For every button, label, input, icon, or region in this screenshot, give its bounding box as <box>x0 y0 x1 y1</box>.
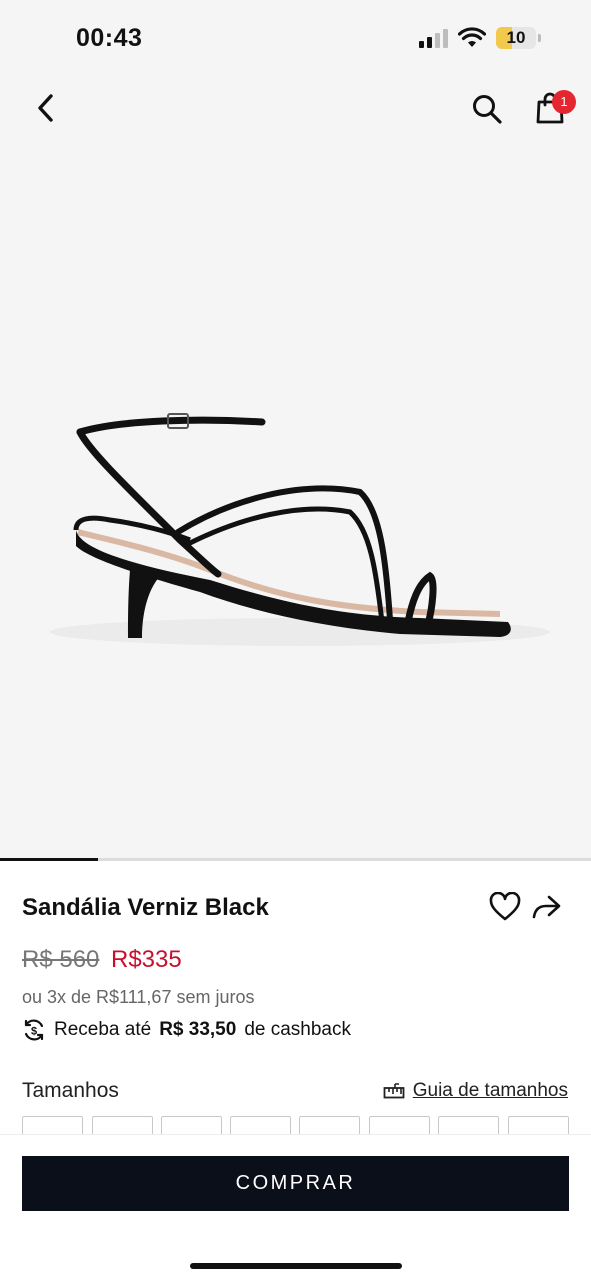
size-option[interactable] <box>22 1116 83 1136</box>
installments-text: ou 3x de R$111,67 sem juros <box>22 987 255 1007</box>
cashback-prefix: Receba até <box>54 1019 152 1040</box>
ruler-icon <box>383 1083 405 1099</box>
product-title: Sandália Verniz Black <box>22 894 269 921</box>
sandal-image <box>50 413 550 646</box>
battery-level: 10 <box>506 28 526 47</box>
size-option[interactable] <box>230 1116 291 1136</box>
battery-icon: 10 <box>496 27 541 49</box>
cashback-icon: $ <box>22 1018 46 1042</box>
sale-price: R$335 <box>111 946 182 973</box>
search-icon <box>473 95 502 124</box>
original-price: R$ 560 <box>22 946 100 973</box>
status-time: 00:43 <box>76 24 143 52</box>
size-option[interactable] <box>299 1116 360 1136</box>
gallery-progress-track <box>0 858 591 861</box>
cart-count-badge: 1 <box>552 90 576 114</box>
search-button[interactable] <box>468 90 506 128</box>
size-guide-label: Guia de tamanhos <box>412 1080 568 1101</box>
size-option[interactable] <box>508 1116 569 1136</box>
size-option[interactable] <box>92 1116 153 1136</box>
cashback-amount: R$ 33,50 <box>159 1019 237 1040</box>
buy-button[interactable]: COMPRAR <box>22 1156 569 1211</box>
status-icons: 10 <box>419 27 541 49</box>
back-button[interactable] <box>28 90 64 126</box>
navigation-bar: 1 <box>0 80 591 140</box>
size-guide-link[interactable]: Guia de tamanhos <box>383 1080 568 1102</box>
cashback-info: $ Receba até R$ 33,50 de cashback <box>22 1018 351 1042</box>
wishlist-button[interactable] <box>489 891 523 924</box>
home-indicator <box>190 1263 402 1269</box>
cashback-suffix: de cashback <box>244 1019 351 1040</box>
heart-icon <box>489 891 521 921</box>
wifi-icon <box>458 27 486 47</box>
product-image[interactable] <box>0 140 591 858</box>
status-bar: 00:43 10 <box>0 0 591 80</box>
size-options-row <box>22 1116 572 1136</box>
sizes-title: Tamanhos <box>22 1079 119 1102</box>
size-option[interactable] <box>369 1116 430 1136</box>
cellular-signal-icon <box>419 28 448 48</box>
share-icon <box>532 895 561 919</box>
chevron-left-icon <box>38 94 53 122</box>
size-option[interactable] <box>438 1116 499 1136</box>
svg-text:$: $ <box>31 1026 37 1038</box>
size-option[interactable] <box>161 1116 222 1136</box>
gallery-progress-bar <box>0 858 99 861</box>
share-button[interactable] <box>530 892 564 924</box>
